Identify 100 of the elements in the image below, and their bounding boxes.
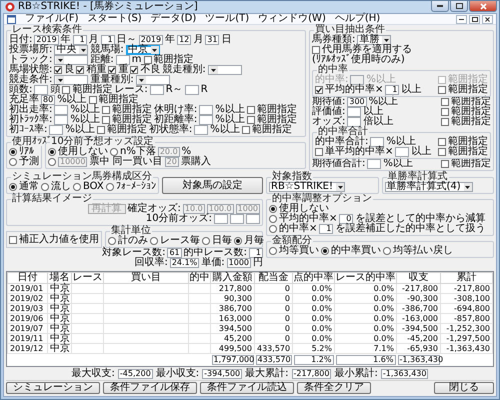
dropdown[interactable]: 中京 [126,45,160,55]
text-field[interactable]: 300 [347,97,367,107]
text-field[interactable] [230,214,244,224]
action-button[interactable]: 条件ファイル保存 [103,382,197,394]
column-header[interactable]: 収支 [396,272,440,284]
checkbox[interactable]: 範囲指定 [441,107,491,117]
text-field[interactable]: 0 [339,214,354,224]
checkbox[interactable]: 範囲指定 [246,115,297,125]
checkbox[interactable]: 範囲指定 [438,147,488,157]
radio-button[interactable]: 的中率× [269,224,318,234]
radio-button[interactable]: 通常 [9,182,39,192]
radio-button[interactable]: 計のみ [108,236,148,246]
text-field[interactable] [150,85,164,95]
text-field[interactable]: 2019 [138,35,164,45]
text-field[interactable]: 1000 [226,258,251,268]
checkbox[interactable]: 平均的中率× [315,85,384,95]
text-field[interactable]: 1 [249,248,263,258]
target-horse-button[interactable]: 対象馬の設定 [162,177,263,194]
menu-item[interactable]: スタート(S) [88,14,142,24]
column-header[interactable]: 的中 [188,272,210,284]
text-field[interactable]: 1 [72,35,87,45]
column-header[interactable]: レース [72,272,104,284]
text-field[interactable]: 1 [100,35,115,45]
text-field[interactable] [199,115,214,125]
radio-button[interactable]: 流し [41,182,71,192]
radio-button[interactable]: 使用しない [269,204,329,214]
radio-button[interactable]: 的中率買い [321,246,381,256]
text-field[interactable] [116,55,130,65]
column-header[interactable]: 配当金 [254,272,292,284]
checkbox[interactable]: 範囲指定 [62,85,112,95]
text-field[interactable] [199,105,214,115]
checkbox[interactable]: 範囲指定 [144,55,194,65]
close-button[interactable] [482,14,493,24]
minimize-button[interactable] [456,14,467,24]
column-header[interactable]: 買い目 [104,272,188,284]
checkbox[interactable]: 範囲指定 [441,117,491,127]
checkbox[interactable]: 範囲指定 [102,115,152,125]
text-field[interactable]: 12 [177,35,192,45]
dropdown[interactable]: RB☆STRIKE! [269,182,346,192]
text-field[interactable] [347,107,362,117]
text-field[interactable]: 31 [205,35,220,45]
radio-button[interactable]: ﾘｱﾙ [9,147,34,157]
close-dialog-button[interactable]: 閉じる [434,382,494,394]
text-field[interactable] [395,147,410,157]
text-field[interactable]: 80 [41,95,56,105]
checkbox[interactable]: 単平均的中率× [315,147,394,157]
text-field[interactable] [54,105,68,115]
dropdown[interactable]: 単勝 [357,35,392,45]
text-field[interactable]: 1 [319,224,334,234]
radio-button[interactable]: 月毎 [234,236,264,246]
radio-button[interactable]: n%下落 [110,147,156,157]
radio-button[interactable]: 均等買い [269,246,319,256]
menu-item[interactable]: ツール(T) [205,14,250,24]
checkbox[interactable]: 範囲指定 [96,125,147,135]
checkbox[interactable]: 範囲指定 [438,85,488,95]
text-field[interactable] [347,117,362,127]
dropdown[interactable] [54,75,88,85]
restore-button[interactable] [469,14,480,24]
radio-button[interactable]: BOX [73,182,104,192]
checkbox[interactable]: 補正入力値を使用 [9,234,99,244]
radio-button[interactable]: ﾌｫｰﾒｰｼｮﾝ [106,182,156,192]
menu-item[interactable]: データ(D) [150,14,196,24]
checkbox[interactable]: 範囲指定 [88,95,139,105]
radio-button[interactable] [48,158,56,166]
text-field[interactable]: 2019 [34,35,59,45]
column-header[interactable]: 日付 [8,272,48,284]
radio-button[interactable]: 均等払い戻し [383,246,453,256]
dropdown[interactable] [54,55,88,65]
radio-button[interactable]: 使用しない [48,147,108,157]
menu-item[interactable]: ヘルプ(H) [334,14,380,24]
checkbox[interactable]: 稍重 [76,65,106,75]
column-header[interactable]: 累計 [440,272,492,284]
text-field[interactable] [370,137,384,147]
dropdown[interactable]: 中央 [54,45,88,55]
checkbox[interactable]: 範囲指定 [246,105,297,115]
menu-item[interactable]: ウィンドウ(W) [258,14,326,24]
checkbox[interactable]: 範囲指定 [102,105,152,115]
action-button[interactable]: 条件全クリア [297,382,371,394]
text-field[interactable]: 61 [167,248,182,258]
dropdown[interactable]: 単勝率計算式(4) [384,182,473,192]
text-field[interactable] [54,115,68,125]
checkbox[interactable]: 代用馬券を適用する [312,45,412,55]
checkbox[interactable]: 良 [54,65,74,75]
text-field[interactable] [49,125,64,135]
text-field[interactable] [34,85,48,95]
text-field[interactable] [246,214,260,224]
checkbox[interactable]: 範囲指定 [438,137,488,147]
text-field[interactable] [214,214,228,224]
action-button[interactable]: 条件ファイル読込 [200,382,294,394]
column-header[interactable]: 購入金額 [210,272,254,284]
menu-item[interactable]: ファイル(F) [25,14,79,24]
text-field[interactable] [184,85,199,95]
radio-button[interactable]: 日毎 [202,236,232,246]
text-field[interactable]: 1 [385,85,400,95]
checkbox[interactable]: 重 [108,65,128,75]
checkbox[interactable]: 範囲指定 [242,125,292,135]
maximize-button[interactable] [450,1,468,12]
radio-button[interactable]: 予測 [9,157,39,167]
text-field[interactable]: 24.1% [170,258,200,268]
column-header[interactable]: 場名 [48,272,72,284]
